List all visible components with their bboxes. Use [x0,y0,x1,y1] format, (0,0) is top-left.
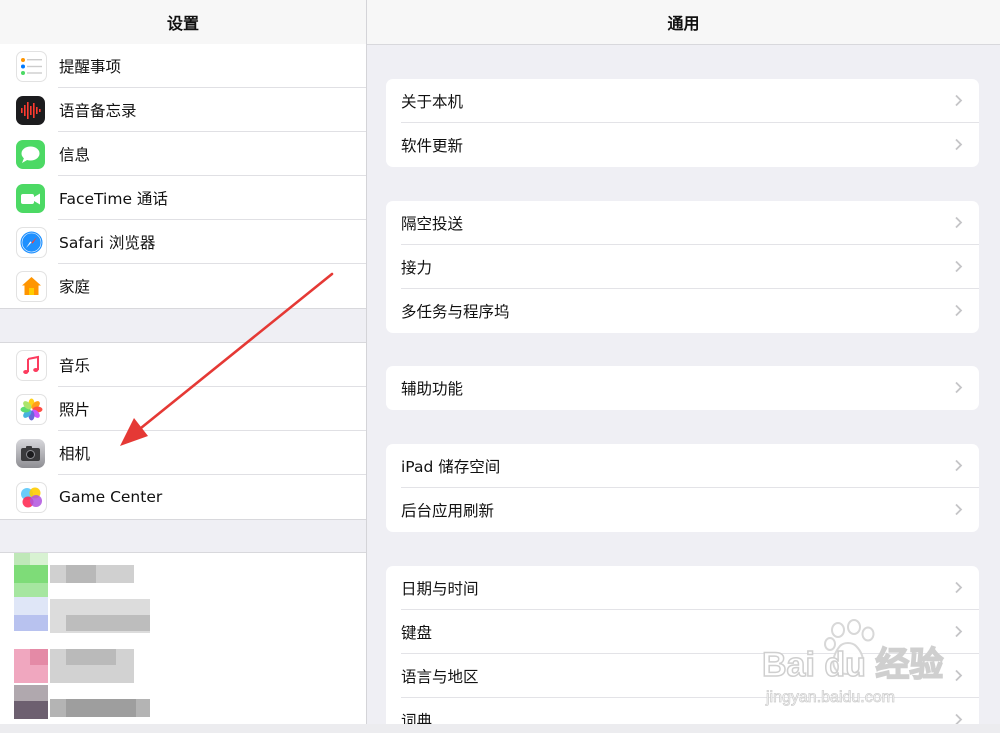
redacted-pixel [14,597,48,615]
sidebar-item-label: 语音备忘录 [59,102,137,120]
music-icon [16,349,47,381]
sidebar-item-label: Game Center [59,488,163,506]
row-ipad-storage[interactable]: iPad 储存空间 [386,444,979,488]
row-label: 语言与地区 [401,668,479,686]
sidebar-item-label: 照片 [59,401,91,419]
row-background-app-refresh[interactable]: 后台应用刷新 [386,488,979,532]
row-label: 后台应用刷新 [401,502,495,520]
row-language-region[interactable]: 语言与地区 [386,654,979,698]
safari-icon [16,226,47,258]
photos-icon [16,393,47,425]
sidebar-item-label: 相机 [59,445,91,463]
row-software-update[interactable]: 软件更新 [386,123,979,167]
sidebar-item-voice-memos[interactable]: 语音备忘录 [0,88,366,132]
general-group-locale: 日期与时间 键盘 语言与地区 词典 [386,566,979,733]
general-group-accessibility: 辅助功能 [386,366,979,410]
sidebar-item-label: 家庭 [59,278,91,296]
sidebar-item-music[interactable]: 音乐 [0,343,366,387]
sidebar-item-reminders[interactable]: 提醒事项 [0,44,366,88]
row-label: 软件更新 [401,137,464,155]
general-group-storage: iPad 储存空间 后台应用刷新 [386,444,979,532]
row-label: iPad 储存空间 [401,458,501,476]
sidebar-title: 设置 [0,0,366,45]
redacted-pixel [14,565,48,583]
chevron-right-icon [955,260,963,273]
redacted-pixel [66,565,96,583]
chevron-right-icon [955,625,963,638]
sidebar-item-game-center[interactable]: Game Center [0,475,366,519]
redacted-pixel [66,615,150,631]
sidebar-item-label: 音乐 [59,357,91,375]
general-group-continuity: 隔空投送 接力 多任务与程序坞 [386,201,979,333]
reminders-icon [16,50,47,82]
row-label: 接力 [401,259,433,277]
sidebar-item-facetime[interactable]: FaceTime 通话 [0,176,366,220]
redacted-pixel [66,699,136,717]
sidebar-item-label: FaceTime 通话 [59,190,168,208]
sidebar-group-redacted [0,552,366,733]
sidebar-item-label: Safari 浏览器 [59,234,156,252]
facetime-icon [16,183,45,213]
row-label: 键盘 [401,624,433,642]
redacted-pixel [14,701,48,719]
general-settings-pane: 通用 关于本机 软件更新 隔空投送 接力 多任务与程序坞 辅助功能 iPad 储… [367,0,1000,733]
redacted-pixel [14,583,48,597]
sidebar-item-messages[interactable]: 信息 [0,132,366,176]
row-keyboard[interactable]: 键盘 [386,610,979,654]
sidebar-item-home[interactable]: 家庭 [0,264,366,308]
chevron-right-icon [955,459,963,472]
settings-sidebar: 设置 提醒事项 语音备忘录 信息 FaceTime 通话 Safari 浏览器 … [0,0,367,733]
messages-icon [16,139,45,169]
chevron-right-icon [955,381,963,394]
sidebar-item-photos[interactable]: 照片 [0,387,366,431]
row-multitasking-dock[interactable]: 多任务与程序坞 [386,289,979,333]
general-group-about: 关于本机 软件更新 [386,79,979,167]
row-label: 多任务与程序坞 [401,303,510,321]
chevron-right-icon [955,94,963,107]
sidebar-group-media: 音乐 照片 相机 Game Center [0,342,366,520]
chevron-right-icon [955,669,963,682]
row-date-time[interactable]: 日期与时间 [386,566,979,610]
home-icon [16,270,47,302]
bottom-strip [0,724,1000,733]
detail-title: 通用 [367,0,1000,45]
sidebar-item-camera[interactable]: 相机 [0,431,366,475]
voice-memos-icon [16,95,45,125]
redacted-pixel [30,649,48,665]
sidebar-group-apps: 提醒事项 语音备忘录 信息 FaceTime 通话 Safari 浏览器 家庭 [0,44,366,309]
row-accessibility[interactable]: 辅助功能 [386,366,979,410]
chevron-right-icon [955,304,963,317]
row-handoff[interactable]: 接力 [386,245,979,289]
chevron-right-icon [955,503,963,516]
row-label: 隔空投送 [401,215,464,233]
sidebar-item-safari[interactable]: Safari 浏览器 [0,220,366,264]
chevron-right-icon [955,581,963,594]
chevron-right-icon [955,216,963,229]
row-label: 关于本机 [401,93,464,111]
row-airdrop[interactable]: 隔空投送 [386,201,979,245]
row-label: 日期与时间 [401,580,479,598]
game-center-icon [16,481,47,513]
row-label: 辅助功能 [401,380,464,398]
redacted-pixel [14,615,48,631]
sidebar-item-label: 信息 [59,146,91,164]
redacted-pixel [66,649,116,665]
sidebar-item-label: 提醒事项 [59,58,122,76]
chevron-right-icon [955,138,963,151]
camera-icon [16,438,45,468]
row-about[interactable]: 关于本机 [386,79,979,123]
